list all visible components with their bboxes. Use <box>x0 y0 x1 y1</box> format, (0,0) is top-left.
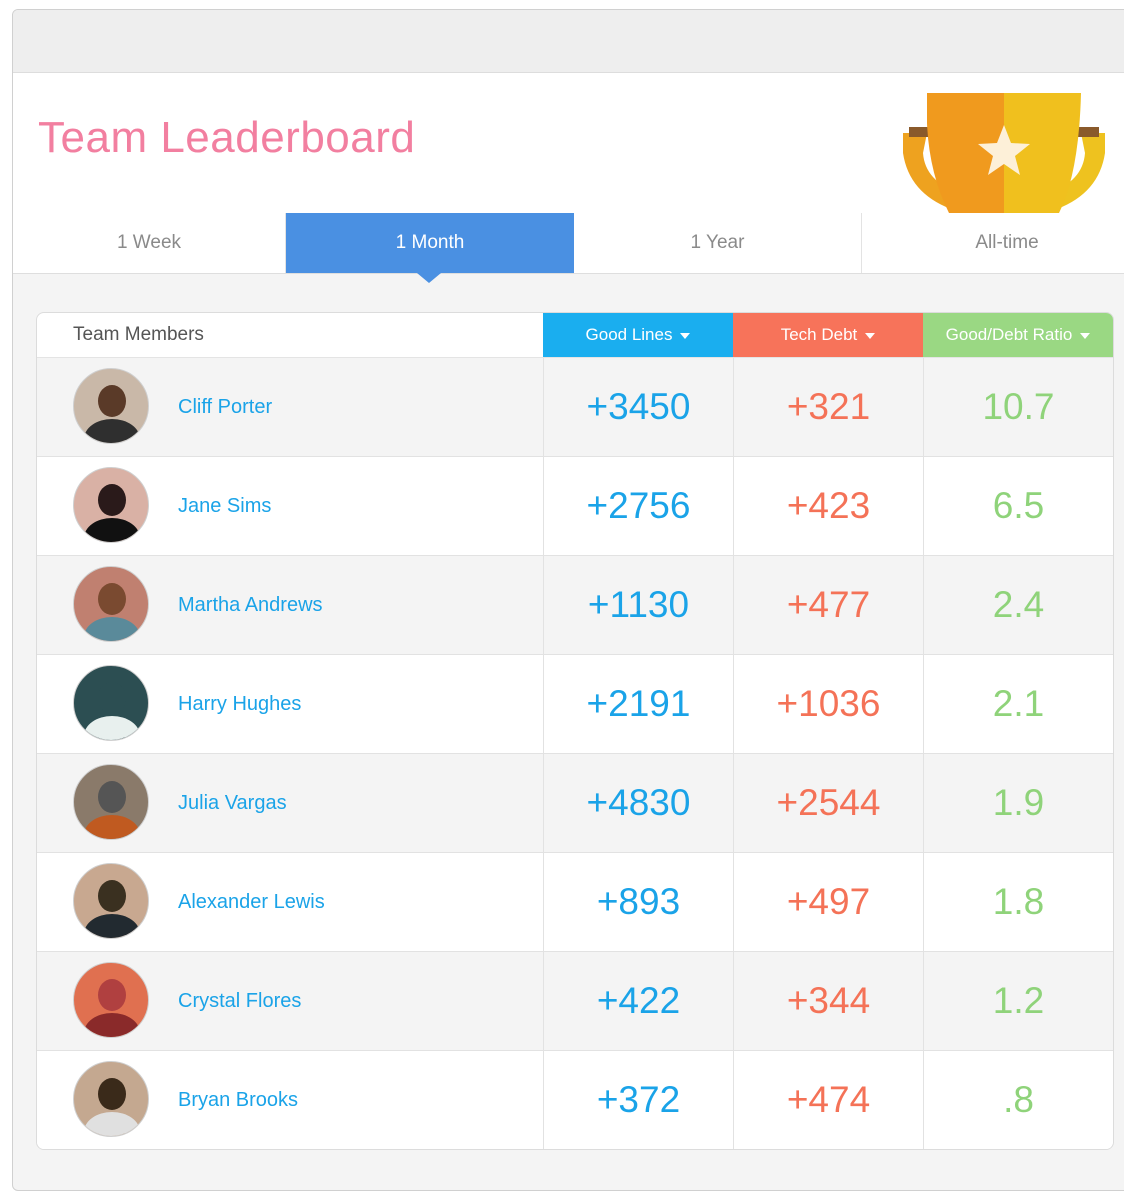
avatar-head <box>98 682 126 714</box>
tech-debt-value: +321 <box>733 358 923 456</box>
good-lines-value: +893 <box>543 853 733 951</box>
avatar[interactable] <box>73 863 149 939</box>
ratio-value: 6.5 <box>923 457 1113 555</box>
column-header-tech-debt-label: Tech Debt <box>780 325 858 344</box>
page-header: Team Leaderboard <box>13 73 1124 214</box>
member-name[interactable]: Harry Hughes <box>178 655 301 753</box>
tech-debt-value: +497 <box>733 853 923 951</box>
avatar-head <box>98 583 126 615</box>
leaderboard-table: Team Members Good Lines Tech Debt Good/D… <box>36 312 1114 1150</box>
member-cell: Harry Hughes <box>37 655 543 753</box>
avatar-head <box>98 385 126 417</box>
tab-1-week[interactable]: 1 Week <box>13 213 286 273</box>
avatar-body <box>84 914 140 938</box>
table-row: Jane Sims +2756 +423 6.5 <box>37 457 1113 556</box>
member-cell: Crystal Flores <box>37 952 543 1050</box>
good-lines-value: +3450 <box>543 358 733 456</box>
member-cell: Jane Sims <box>37 457 543 555</box>
good-lines-value: +2756 <box>543 457 733 555</box>
tab-all-time[interactable]: All-time <box>862 213 1124 273</box>
avatar-body <box>84 617 140 641</box>
avatar[interactable] <box>73 566 149 642</box>
table-row: Crystal Flores +422 +344 1.2 <box>37 952 1113 1051</box>
time-range-tabs: 1 Week 1 Month 1 Year All-time <box>13 213 1124 274</box>
table-row: Martha Andrews +1130 +477 2.4 <box>37 556 1113 655</box>
avatar-body <box>84 1112 140 1136</box>
ratio-value: 1.9 <box>923 754 1113 852</box>
column-header-team-members: Team Members <box>73 324 204 345</box>
avatar-body <box>84 419 140 443</box>
tab-1-month[interactable]: 1 Month <box>286 213 574 273</box>
page-title: Team Leaderboard <box>38 113 416 162</box>
tab-1-year[interactable]: 1 Year <box>574 213 862 273</box>
ratio-value: 1.2 <box>923 952 1113 1050</box>
member-name[interactable]: Bryan Brooks <box>178 1051 298 1149</box>
good-lines-value: +2191 <box>543 655 733 753</box>
avatar[interactable] <box>73 962 149 1038</box>
good-lines-value: +372 <box>543 1051 733 1149</box>
avatar-body <box>84 815 140 839</box>
table-header: Team Members Good Lines Tech Debt Good/D… <box>37 313 1113 358</box>
table-row: Julia Vargas +4830 +2544 1.9 <box>37 754 1113 853</box>
member-name[interactable]: Martha Andrews <box>178 556 323 654</box>
avatar[interactable] <box>73 467 149 543</box>
member-cell: Bryan Brooks <box>37 1051 543 1149</box>
good-lines-value: +422 <box>543 952 733 1050</box>
column-header-tech-debt[interactable]: Tech Debt <box>733 313 923 357</box>
sort-caret-icon <box>680 332 691 339</box>
ratio-value: .8 <box>923 1051 1113 1149</box>
ratio-value: 1.8 <box>923 853 1113 951</box>
good-lines-value: +4830 <box>543 754 733 852</box>
column-header-good-lines[interactable]: Good Lines <box>543 313 733 357</box>
ratio-value: 2.4 <box>923 556 1113 654</box>
member-cell: Alexander Lewis <box>37 853 543 951</box>
tech-debt-value: +474 <box>733 1051 923 1149</box>
column-header-ratio[interactable]: Good/Debt Ratio <box>923 313 1113 357</box>
avatar[interactable] <box>73 665 149 741</box>
avatar-body <box>84 1013 140 1037</box>
member-name[interactable]: Alexander Lewis <box>178 853 325 951</box>
window-toolbar <box>13 10 1124 73</box>
active-tab-pointer <box>417 273 441 283</box>
avatar-body <box>84 716 140 740</box>
avatar-head <box>98 1078 126 1110</box>
tech-debt-value: +2544 <box>733 754 923 852</box>
member-name[interactable]: Julia Vargas <box>178 754 287 852</box>
tech-debt-value: +423 <box>733 457 923 555</box>
table-row: Harry Hughes +2191 +1036 2.1 <box>37 655 1113 754</box>
member-cell: Julia Vargas <box>37 754 543 852</box>
ratio-value: 2.1 <box>923 655 1113 753</box>
avatar-head <box>98 484 126 516</box>
ratio-value: 10.7 <box>923 358 1113 456</box>
column-header-ratio-label: Good/Debt Ratio <box>945 325 1073 344</box>
tech-debt-value: +477 <box>733 556 923 654</box>
sort-caret-icon <box>1080 332 1091 339</box>
app-window: Team Leaderboard 1 Week 1 Month 1 Year A… <box>12 9 1124 1191</box>
avatar[interactable] <box>73 1061 149 1137</box>
avatar[interactable] <box>73 368 149 444</box>
table-row: Alexander Lewis +893 +497 1.8 <box>37 853 1113 952</box>
avatar[interactable] <box>73 764 149 840</box>
tech-debt-value: +344 <box>733 952 923 1050</box>
column-header-good-lines-label: Good Lines <box>585 325 673 344</box>
trophy-icon <box>903 93 1105 213</box>
member-cell: Cliff Porter <box>37 358 543 456</box>
sort-caret-icon <box>865 332 876 339</box>
avatar-body <box>84 518 140 542</box>
good-lines-value: +1130 <box>543 556 733 654</box>
tech-debt-value: +1036 <box>733 655 923 753</box>
avatar-head <box>98 979 126 1011</box>
avatar-head <box>98 781 126 813</box>
table-row: Bryan Brooks +372 +474.8 <box>37 1051 1113 1149</box>
avatar-head <box>98 880 126 912</box>
member-cell: Martha Andrews <box>37 556 543 654</box>
member-name[interactable]: Crystal Flores <box>178 952 301 1050</box>
member-name[interactable]: Cliff Porter <box>178 358 272 456</box>
member-name[interactable]: Jane Sims <box>178 457 271 555</box>
table-row: Cliff Porter +3450 +321 10.7 <box>37 358 1113 457</box>
